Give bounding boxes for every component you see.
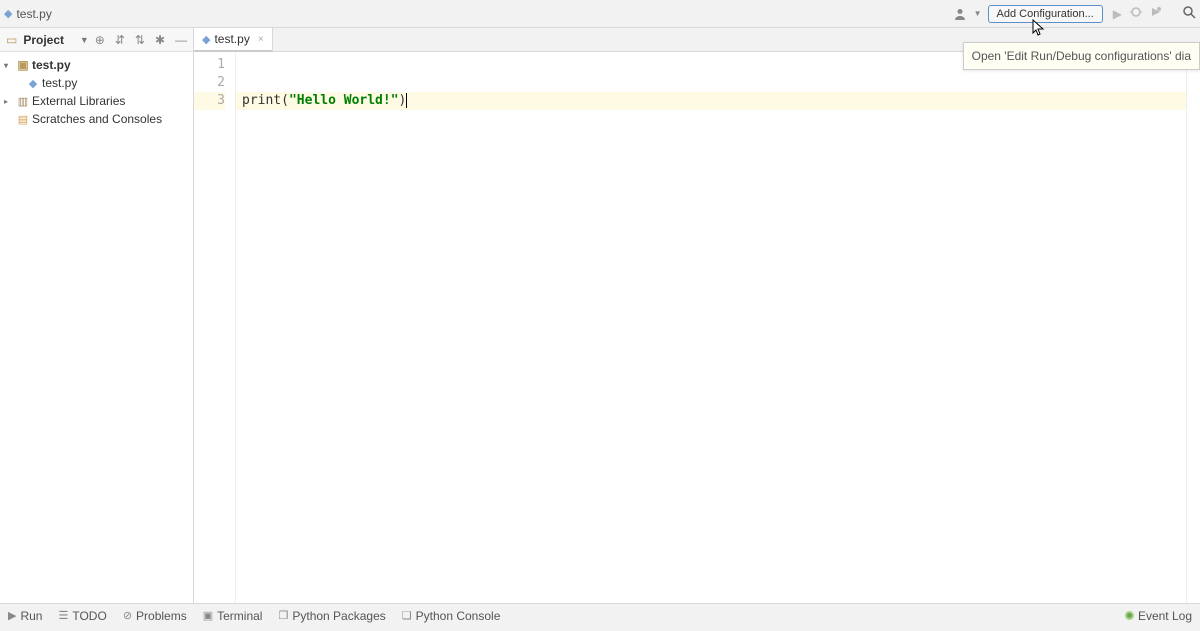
top-bar: ◆ test.py ▼ Add Configuration... ▶: [0, 0, 1200, 28]
tool-terminal-label: Terminal: [217, 609, 262, 623]
scratches-label: Scratches and Consoles: [32, 112, 162, 126]
code-token-paren: (: [281, 93, 289, 108]
tool-python-packages[interactable]: ❒ Python Packages: [278, 609, 385, 623]
line-number[interactable]: 3: [194, 92, 225, 110]
chevron-right-icon[interactable]: ▸: [4, 97, 14, 106]
text-caret: [406, 93, 407, 108]
project-sidebar: ▭ Project ▼ ⊕ ⇵ ⇅ ✱ — ▾ ▣ test.py ◆ test…: [0, 28, 194, 603]
coverage-icon[interactable]: [1150, 6, 1162, 21]
hide-icon[interactable]: —: [175, 33, 187, 47]
tree-root-label: test.py: [32, 58, 71, 72]
collapse-icon[interactable]: ⇅: [135, 33, 145, 47]
code-editor[interactable]: 1 2 3 print("Hello World!"): [194, 52, 1200, 603]
code-line[interactable]: [236, 56, 1186, 74]
tree-external-libraries[interactable]: ▸ ▥ External Libraries: [0, 92, 193, 110]
tool-terminal[interactable]: ▣ Terminal: [203, 609, 263, 623]
main-area: ▭ Project ▼ ⊕ ⇵ ⇅ ✱ — ▾ ▣ test.py ◆ test…: [0, 28, 1200, 603]
tool-run-label: Run: [20, 609, 42, 623]
scratches-icon: ▤: [16, 113, 30, 126]
editor-tab-testpy[interactable]: ◆ test.py ×: [194, 28, 273, 52]
bottom-tool-bar: ▶ Run ☰ TODO ⊘ Problems ▣ Terminal ❒ Pyt…: [0, 603, 1200, 627]
locate-icon[interactable]: ⊕: [95, 33, 105, 47]
tool-packages-label: Python Packages: [292, 609, 385, 623]
chevron-down-icon[interactable]: ▾: [4, 61, 14, 70]
line-gutter: 1 2 3: [194, 52, 236, 603]
packages-icon: ❒: [278, 609, 288, 622]
line-number[interactable]: 1: [194, 56, 225, 74]
todo-icon: ☰: [58, 609, 68, 622]
debug-icon[interactable]: [1130, 6, 1142, 21]
tree-file[interactable]: ◆ test.py: [0, 74, 193, 92]
project-tree: ▾ ▣ test.py ◆ test.py ▸ ▥ External Libra…: [0, 52, 193, 132]
project-tool-header[interactable]: ▭ Project ▼ ⊕ ⇵ ⇅ ✱ —: [0, 28, 193, 52]
editor-area: ◆ test.py × 1 2 3 print("Hello World!"): [194, 28, 1200, 603]
python-file-icon: ◆: [4, 7, 12, 20]
python-file-icon: ◆: [202, 33, 210, 46]
line-number[interactable]: 2: [194, 74, 225, 92]
run-icon: ▶: [8, 609, 16, 622]
tool-run[interactable]: ▶ Run: [8, 609, 42, 623]
folder-icon: ▣: [16, 58, 30, 72]
add-configuration-button[interactable]: Add Configuration...: [988, 5, 1103, 23]
code-content[interactable]: print("Hello World!"): [236, 52, 1186, 603]
user-dropdown-icon[interactable]: ▼: [974, 9, 982, 18]
project-view-icon: ▭: [6, 33, 17, 47]
python-file-icon: ◆: [26, 77, 40, 90]
tool-problems[interactable]: ⊘ Problems: [123, 609, 187, 623]
run-controls: ▶: [1113, 6, 1170, 21]
terminal-icon: ▣: [203, 609, 213, 622]
tool-event-log[interactable]: Event Log: [1125, 609, 1192, 623]
run-icon[interactable]: ▶: [1113, 7, 1122, 21]
breadcrumb: ◆ test.py: [4, 7, 952, 21]
project-toolbar: ⊕ ⇵ ⇅ ✱ —: [95, 33, 187, 47]
tree-scratches[interactable]: ▤ Scratches and Consoles: [0, 110, 193, 128]
code-token-fn: print: [242, 93, 281, 108]
tree-file-label: test.py: [42, 76, 77, 90]
tool-python-console[interactable]: ❏ Python Console: [402, 609, 501, 623]
tool-todo-label: TODO: [72, 609, 106, 623]
tool-problems-label: Problems: [136, 609, 187, 623]
code-line[interactable]: print("Hello World!"): [236, 92, 1186, 110]
settings-icon[interactable]: ✱: [155, 33, 165, 47]
event-log-label: Event Log: [1138, 609, 1192, 623]
search-icon[interactable]: [1182, 5, 1196, 22]
project-dropdown-icon[interactable]: ▼: [80, 35, 89, 45]
close-tab-icon[interactable]: ×: [258, 34, 264, 45]
marker-strip[interactable]: [1186, 52, 1200, 603]
console-icon: ❏: [402, 609, 412, 622]
tool-todo[interactable]: ☰ TODO: [58, 609, 106, 623]
tool-console-label: Python Console: [416, 609, 501, 623]
problems-icon: ⊘: [123, 609, 132, 622]
code-token-string: "Hello World!": [289, 93, 399, 108]
event-log-icon: [1125, 611, 1134, 620]
expand-icon[interactable]: ⇵: [115, 33, 125, 47]
breadcrumb-file[interactable]: test.py: [16, 7, 51, 21]
library-icon: ▥: [16, 95, 30, 108]
code-line[interactable]: [236, 74, 1186, 92]
project-label: Project: [23, 33, 71, 47]
tree-root[interactable]: ▾ ▣ test.py: [0, 56, 193, 74]
ext-libs-label: External Libraries: [32, 94, 125, 108]
user-icon[interactable]: [952, 6, 968, 22]
tab-label: test.py: [214, 32, 249, 46]
toolbar-right: ▼ Add Configuration... ▶: [952, 5, 1196, 23]
